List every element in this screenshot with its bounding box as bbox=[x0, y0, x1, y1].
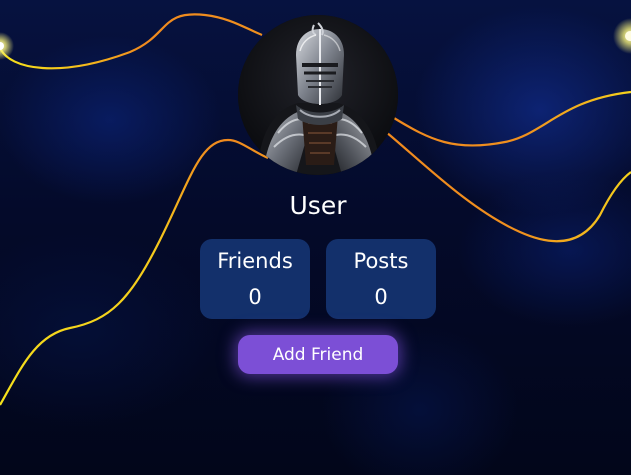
add-friend-button[interactable]: Add Friend bbox=[238, 335, 398, 374]
profile-screen: User Friends 0 Posts 0 Add Friend bbox=[0, 0, 631, 475]
wire-top bbox=[0, 13, 263, 70]
username: User bbox=[289, 191, 347, 220]
friends-label: Friends bbox=[217, 249, 293, 273]
wire-right-lower bbox=[385, 131, 631, 243]
posts-label: Posts bbox=[353, 249, 409, 273]
friends-count: 0 bbox=[248, 285, 262, 309]
posts-count: 0 bbox=[374, 285, 388, 309]
posts-stat-card[interactable]: Posts 0 bbox=[326, 239, 436, 319]
friends-stat-card[interactable]: Friends 0 bbox=[200, 239, 310, 319]
avatar[interactable] bbox=[238, 15, 398, 175]
wire-right-upper bbox=[393, 90, 631, 147]
armored-knight-avatar-icon bbox=[238, 15, 398, 175]
